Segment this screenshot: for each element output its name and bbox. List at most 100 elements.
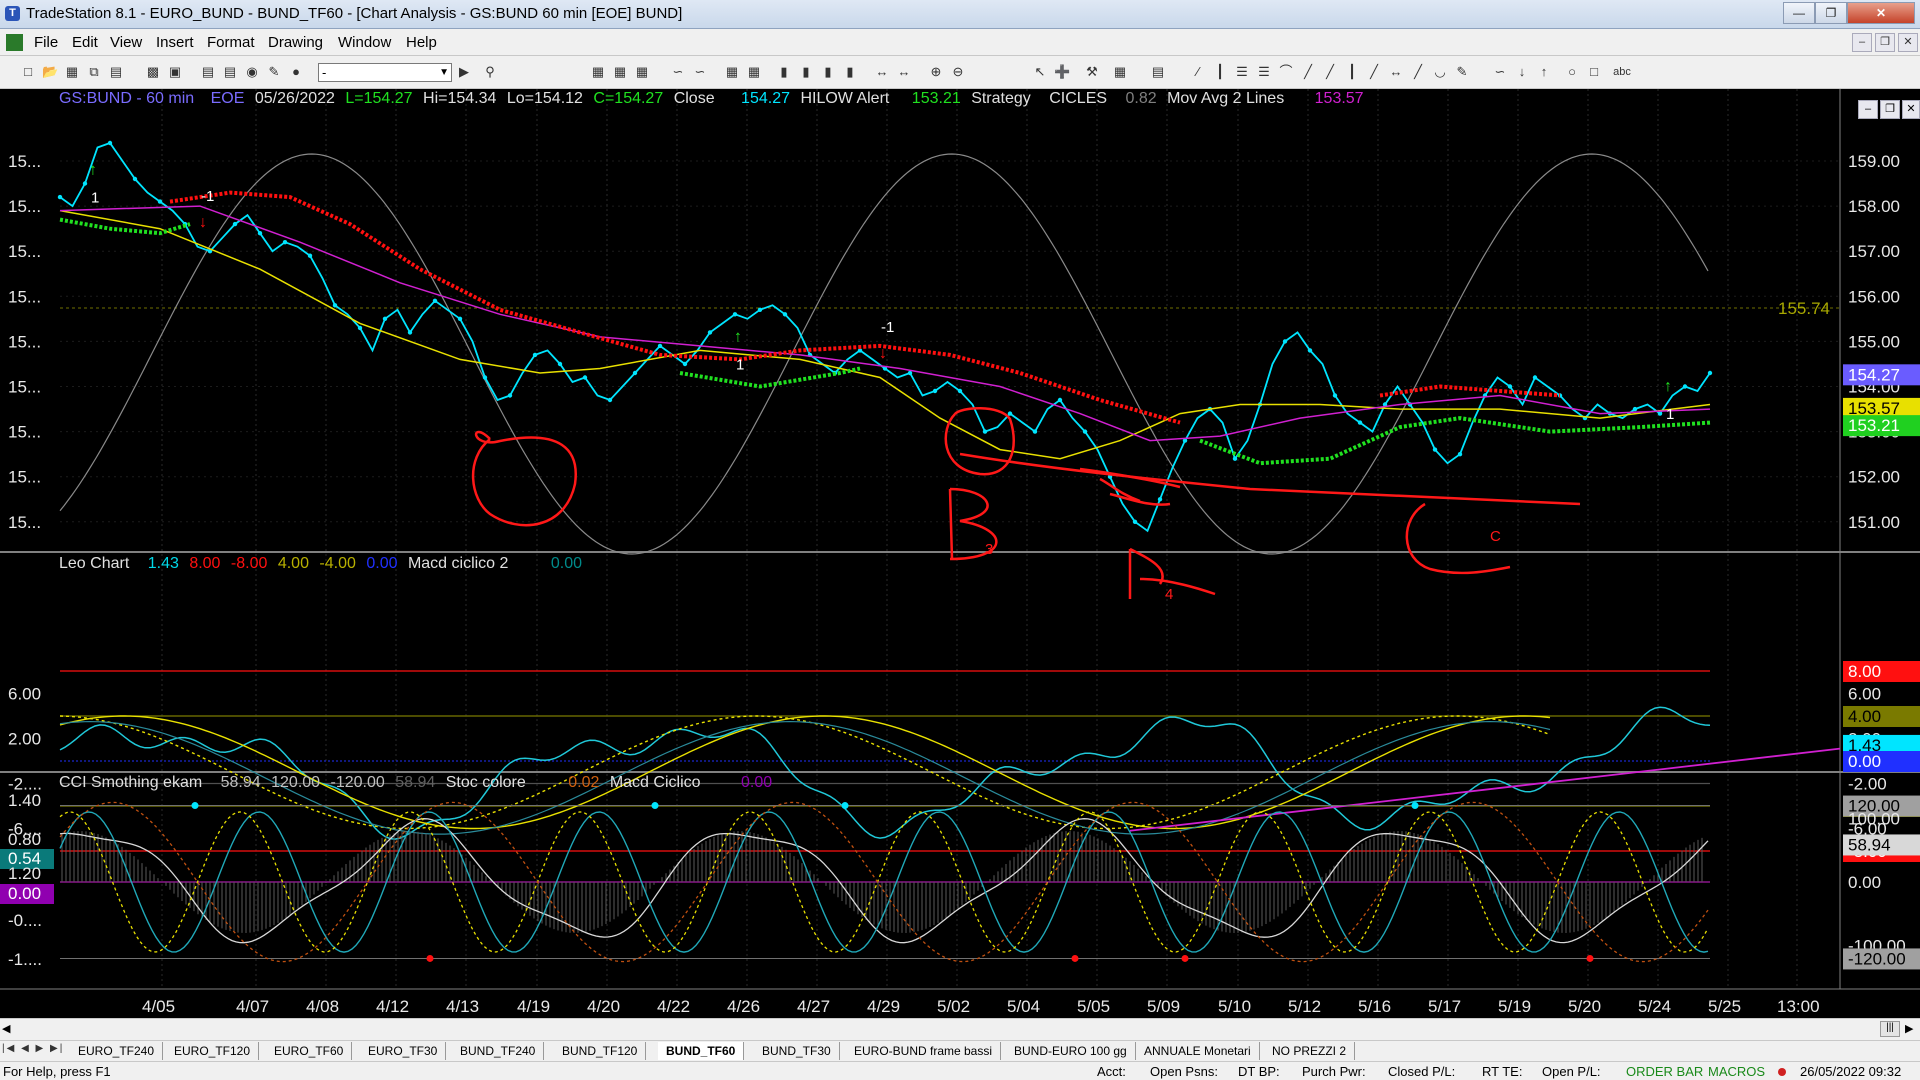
time-axis-tick: 5/12: [1288, 997, 1321, 1016]
arrow-right-icon[interactable]: ▶: [456, 64, 472, 80]
tab-nav-arrows-icon[interactable]: |◀ ◀ ▶ ▶|: [2, 1043, 64, 1054]
cci-signal-dot: [1586, 954, 1594, 962]
bars4-icon[interactable]: ▮: [842, 64, 858, 80]
grid-icon[interactable]: ┃: [1344, 64, 1360, 80]
scroll-thumb[interactable]: |||: [1880, 1021, 1900, 1037]
pitchfork-icon[interactable]: ╱: [1410, 64, 1426, 80]
menu-view[interactable]: View: [110, 34, 142, 51]
table-icon[interactable]: ▦: [634, 64, 650, 80]
tab-bund-tf30[interactable]: BUND_TF30: [754, 1042, 840, 1060]
mdi-restore-button[interactable]: ❐: [1875, 33, 1895, 52]
arrow-down-icon[interactable]: ↓: [1514, 64, 1530, 80]
magnifier-icon[interactable]: ⚲: [482, 64, 498, 80]
vertical-lines-icon[interactable]: ┃: [1212, 64, 1228, 80]
menu-format[interactable]: Format: [207, 34, 255, 51]
parallel-icon[interactable]: ╱: [1366, 64, 1382, 80]
arrow-up-icon[interactable]: ↑: [1536, 64, 1552, 80]
pane-minimize-button[interactable]: –: [1858, 100, 1878, 119]
analysis2-icon[interactable]: ∽: [692, 64, 708, 80]
cci-left-tick: -0....: [8, 911, 42, 930]
window2-icon[interactable]: ▤: [222, 64, 238, 80]
bars3-icon[interactable]: ▮: [820, 64, 836, 80]
chart-analysis-window[interactable]: 159.00158.00157.00156.00155.00154.00153.…: [0, 89, 1920, 1018]
print-preview-icon[interactable]: ▣: [167, 64, 183, 80]
tab-bund-euro-100-gg[interactable]: BUND-EURO 100 gg: [1006, 1042, 1136, 1060]
mdi-close-button[interactable]: ✕: [1898, 33, 1918, 52]
zoom-out-icon[interactable]: ⊖: [950, 64, 966, 80]
rectangle-icon[interactable]: □: [1586, 64, 1602, 80]
chart-canvas[interactable]: 159.00158.00157.00156.00155.00154.00153.…: [0, 89, 1920, 1018]
chart-tool-icon[interactable]: ▦: [590, 64, 606, 80]
select-icon[interactable]: ➕: [1054, 64, 1070, 80]
minimize-button[interactable]: —: [1783, 2, 1815, 24]
close-button[interactable]: ✕: [1847, 2, 1915, 24]
lock-icon[interactable]: ◉: [244, 64, 260, 80]
status-datetime: 26/05/2022 09:32: [1800, 1064, 1902, 1079]
trendline-icon[interactable]: ∕: [1190, 64, 1206, 80]
strategy-mark: 1: [736, 356, 744, 373]
tab-bund-tf60[interactable]: BUND_TF60: [658, 1042, 745, 1060]
expand-icon[interactable]: ↔: [874, 64, 890, 80]
document-icon[interactable]: ▤: [1150, 64, 1166, 80]
text-tool-icon[interactable]: abc: [1610, 64, 1634, 80]
menu-edit[interactable]: Edit: [72, 34, 98, 51]
compress-icon[interactable]: ↔: [896, 64, 912, 80]
tab-bund-tf120[interactable]: BUND_TF120: [554, 1042, 647, 1060]
tab-euro-tf30[interactable]: EURO_TF30: [360, 1042, 447, 1060]
cursor-icon[interactable]: ↖: [1032, 64, 1048, 80]
pane-restore-button[interactable]: ❐: [1880, 100, 1900, 119]
scroll-right-icon[interactable]: ▶: [1905, 1022, 1913, 1035]
menu-insert[interactable]: Insert: [156, 34, 194, 51]
pencil-icon[interactable]: ✎: [266, 64, 282, 80]
copy-icon[interactable]: ⧉: [86, 64, 102, 80]
speed-lines-icon[interactable]: ╱: [1322, 64, 1338, 80]
tab-euro-tf240[interactable]: EURO_TF240: [70, 1042, 164, 1060]
save-icon[interactable]: ▦: [64, 64, 80, 80]
price-tag-last: 154.27: [1848, 365, 1900, 384]
menu-window[interactable]: Window: [338, 34, 391, 51]
menu-help[interactable]: Help: [406, 34, 437, 51]
print-icon[interactable]: ▩: [145, 64, 161, 80]
horizontal-scrollbar[interactable]: ◀ ||| ▶: [0, 1018, 1920, 1040]
tab-euro-bund-frame-bassi[interactable]: EURO-BUND frame bassi: [846, 1042, 1002, 1060]
new-icon[interactable]: □: [20, 64, 36, 80]
arc-icon[interactable]: ⌒: [1278, 64, 1294, 80]
analysis-icon[interactable]: ∽: [670, 64, 686, 80]
menu-file[interactable]: File: [34, 34, 58, 51]
status-macros[interactable]: MACROS: [1708, 1064, 1765, 1079]
fib-icon[interactable]: ☰: [1256, 64, 1272, 80]
channel-icon[interactable]: ╱: [1300, 64, 1316, 80]
ruler-icon[interactable]: ↔: [1388, 64, 1404, 80]
zoom-in-icon[interactable]: ⊕: [928, 64, 944, 80]
settings-icon[interactable]: ▦: [1112, 64, 1128, 80]
bars-icon[interactable]: ▮: [776, 64, 792, 80]
status-order-bar[interactable]: ORDER BAR: [1626, 1064, 1703, 1079]
palette-icon[interactable]: ●: [288, 64, 304, 80]
arc2-icon[interactable]: ◡: [1432, 64, 1448, 80]
restore-button[interactable]: ❐: [1815, 2, 1847, 24]
tab-no-prezzi-2[interactable]: NO PREZZI 2: [1264, 1042, 1356, 1060]
window-icon[interactable]: ▤: [200, 64, 216, 80]
circle-icon[interactable]: ○: [1564, 64, 1580, 80]
tab-annuale-monetari[interactable]: ANNUALE Monetari: [1136, 1042, 1260, 1060]
chart-window-icon[interactable]: [6, 34, 23, 51]
curve-icon[interactable]: ∽: [1492, 64, 1508, 80]
symbol-dropdown[interactable]: - ▼: [318, 63, 452, 82]
menu-drawing[interactable]: Drawing: [268, 34, 323, 51]
tab-euro-tf60[interactable]: EURO_TF60: [266, 1042, 353, 1060]
open-icon[interactable]: 📂: [42, 64, 58, 80]
scroll-left-icon[interactable]: ◀: [2, 1022, 10, 1035]
time-axis-tick: 5/24: [1638, 997, 1671, 1016]
tab-euro-tf120[interactable]: EURO_TF120: [166, 1042, 260, 1060]
layout2-icon[interactable]: ▦: [746, 64, 762, 80]
paste-icon[interactable]: ▤: [108, 64, 124, 80]
pen-icon[interactable]: ✎: [1454, 64, 1470, 80]
chart-tool2-icon[interactable]: ▦: [612, 64, 628, 80]
pane-close-button[interactable]: ✕: [1902, 100, 1920, 119]
bars2-icon[interactable]: ▮: [798, 64, 814, 80]
tab-bund-tf240[interactable]: BUND_TF240: [452, 1042, 545, 1060]
mdi-minimize-button[interactable]: –: [1852, 33, 1872, 52]
horizontal-lines-icon[interactable]: ☰: [1234, 64, 1250, 80]
layout-icon[interactable]: ▦: [724, 64, 740, 80]
tools-icon[interactable]: ⚒: [1084, 64, 1100, 80]
